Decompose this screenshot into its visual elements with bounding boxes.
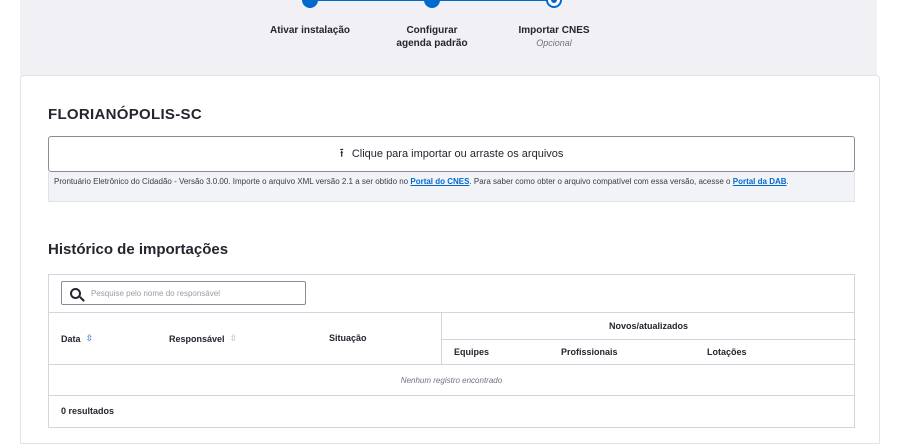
import-card: FLORIANÓPOLIS-SC ⭱ Clique para importar …: [20, 75, 880, 444]
step-done-icon: [424, 0, 440, 8]
column-lotacoes: Lotações: [707, 347, 747, 357]
page-right-margin: [877, 0, 897, 444]
search-field[interactable]: [61, 281, 306, 305]
step-sublabel: Opcional: [536, 38, 572, 48]
column-label: Profissionais: [561, 347, 618, 357]
history-table: Data ⇳ Responsável ⇳ Situação Novos/atua…: [48, 274, 856, 428]
search-icon: [70, 287, 81, 299]
portal-dab-link[interactable]: Portal da DAB: [733, 177, 787, 186]
column-label: Novos/atualizados: [608, 321, 689, 331]
table-toolbar: [49, 275, 854, 313]
history-title: Histórico de importações: [48, 241, 229, 258]
stepper-connector: [310, 0, 430, 1]
results-count: 0 resultados: [61, 406, 115, 416]
column-label: Equipes: [454, 347, 490, 357]
sort-icon[interactable]: ⇳: [230, 333, 238, 344]
step-done-icon: [302, 0, 318, 8]
column-label: Lotações: [707, 347, 747, 357]
column-group-novos: Novos/atualizados: [441, 321, 856, 331]
column-equipes: Equipes: [454, 347, 489, 357]
info-notice: Prontuário Eletrônico do Cidadão - Versã…: [48, 172, 855, 202]
info-text: .: [786, 177, 789, 186]
info-text: . Para saber como obter o arquivo compat…: [469, 177, 733, 186]
step-label: Importar CNES: [518, 25, 590, 36]
column-label: Situação: [329, 333, 367, 343]
upload-label: Clique para importar ou arraste os arqui…: [351, 148, 564, 160]
step-current-icon: [546, 0, 562, 8]
empty-state-row: Nenhum registro encontrado: [49, 365, 854, 396]
upload-icon: ⭱: [339, 145, 344, 160]
step-label: Ativar instalação: [269, 25, 351, 36]
info-text: Prontuário Eletrônico do Cidadão - Versã…: [54, 177, 411, 186]
sort-icon[interactable]: ⇳: [86, 333, 94, 344]
stepper-connector: [432, 0, 554, 1]
stepper: Ativar instalação Configurar agenda padr…: [20, 0, 876, 70]
page-left-margin: [0, 0, 20, 444]
column-profissionais: Profissionais: [561, 347, 618, 357]
column-divider: [441, 339, 856, 340]
column-situacao: Situação: [329, 333, 367, 343]
column-responsavel[interactable]: Responsável ⇳: [169, 333, 237, 344]
column-label: Data: [61, 333, 81, 344]
column-label: Responsável: [169, 333, 225, 344]
upload-dropzone[interactable]: ⭱ Clique para importar ou arraste os arq…: [48, 136, 855, 172]
step-label: Configurar agenda padrão: [396, 25, 468, 49]
column-data[interactable]: Data ⇳: [61, 333, 93, 344]
table-header: Data ⇳ Responsável ⇳ Situação Novos/atua…: [49, 313, 856, 365]
search-input[interactable]: [91, 288, 291, 298]
portal-cnes-link[interactable]: Portal do CNES: [410, 177, 469, 186]
city-title: FLORIANÓPOLIS-SC: [48, 106, 202, 123]
